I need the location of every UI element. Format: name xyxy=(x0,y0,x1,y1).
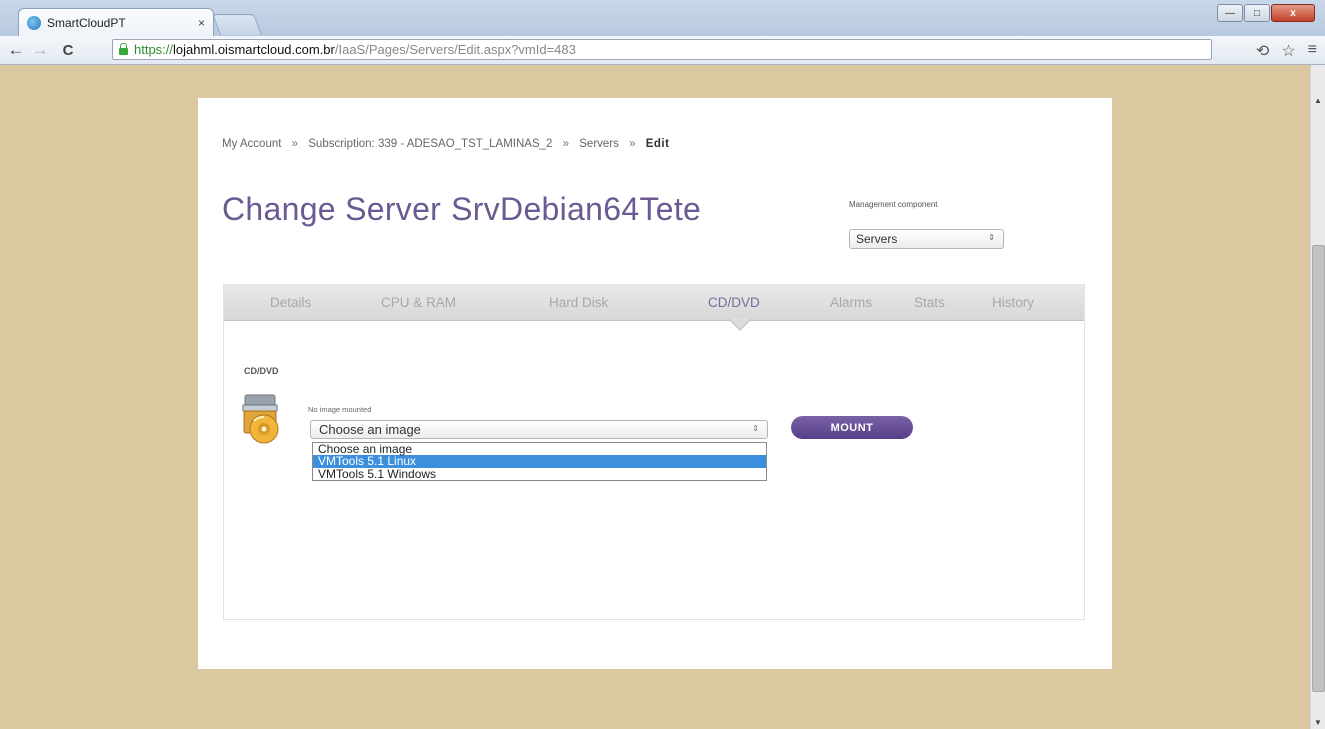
address-bar[interactable]: https://lojahml.oismartcloud.com.br/IaaS… xyxy=(112,39,1212,60)
tab-details[interactable]: Details xyxy=(270,295,311,310)
tab-history[interactable]: History xyxy=(992,295,1034,310)
tab-bar: Details CPU & RAM Hard Disk CD/DVD Alarm… xyxy=(224,285,1084,321)
breadcrumb-separator: » xyxy=(629,138,636,150)
dvd-drive-icon xyxy=(242,394,279,444)
new-tab-button[interactable] xyxy=(212,14,262,35)
reload-button[interactable]: C xyxy=(58,40,78,60)
url-path: /IaaS/Pages/Servers/Edit.aspx?vmId=483 xyxy=(334,42,576,57)
forward-button[interactable]: → xyxy=(30,40,50,60)
cd-dvd-section-title: CD/DVD xyxy=(244,366,279,376)
breadcrumb-current: Edit xyxy=(645,138,670,150)
scroll-down-arrow-icon[interactable]: ▼ xyxy=(1311,715,1325,729)
tab-stats[interactable]: Stats xyxy=(914,295,945,310)
cloud-favicon-icon xyxy=(27,15,41,30)
url-scheme: https:// xyxy=(134,42,174,57)
tab-cpu-ram[interactable]: CPU & RAM xyxy=(381,295,456,310)
url-host: lojahml.oismartcloud.com.br xyxy=(173,42,335,57)
breadcrumb-separator: » xyxy=(291,138,299,150)
star-icon[interactable]: ☆ xyxy=(1281,41,1295,61)
tab-cd-dvd[interactable]: CD/DVD xyxy=(708,295,760,310)
tab-alarms[interactable]: Alarms xyxy=(830,295,872,310)
back-button[interactable]: ← xyxy=(6,40,26,60)
breadcrumb-servers[interactable]: Servers xyxy=(579,138,619,150)
scroll-thumb[interactable] xyxy=(1312,245,1325,692)
close-window-button[interactable]: x xyxy=(1271,4,1315,22)
management-component-label: Management component xyxy=(849,200,938,209)
minimize-button[interactable]: — xyxy=(1217,4,1243,22)
management-component-select[interactable]: Servers ⇕ xyxy=(849,229,1004,249)
select-arrows-icon: ⇕ xyxy=(752,424,759,433)
server-name: SrvDebian64Tete xyxy=(451,191,702,227)
image-option-vmtools-windows[interactable]: VMTools 5.1 Windows xyxy=(313,467,766,480)
mount-button[interactable]: MOUNT xyxy=(791,416,913,439)
image-select[interactable]: Choose an image ⇕ xyxy=(310,420,768,439)
breadcrumb-subscription[interactable]: Subscription: 339 - ADESAO_TST_LAMINAS_2 xyxy=(308,138,552,150)
image-option-vmtools-linux[interactable]: VMTools 5.1 Linux xyxy=(313,455,766,468)
translate-icon[interactable]: ⟲ xyxy=(1256,41,1269,61)
content-card: My Account » Subscription: 339 - ADESAO_… xyxy=(198,98,1112,669)
mount-status-text: No image mounted xyxy=(308,405,372,414)
tab-title: SmartCloudPT xyxy=(47,15,126,30)
breadcrumb-my-account[interactable]: My Account xyxy=(222,138,281,150)
image-select-value: Choose an image xyxy=(319,422,421,437)
browser-tab[interactable]: SmartCloudPT × xyxy=(18,8,214,36)
close-tab-icon[interactable]: × xyxy=(198,16,205,30)
page-scrollbar[interactable]: ▲ ▼ xyxy=(1310,65,1325,729)
select-arrows-icon: ⇕ xyxy=(988,233,995,242)
window-controls: — □ x xyxy=(1217,4,1315,22)
maximize-button[interactable]: □ xyxy=(1244,4,1270,22)
breadcrumb: My Account » Subscription: 339 - ADESAO_… xyxy=(222,138,669,150)
page-viewport: My Account » Subscription: 339 - ADESAO_… xyxy=(0,65,1310,729)
page-title: Change Server SrvDebian64Tete xyxy=(222,191,701,228)
management-component-value: Servers xyxy=(856,232,898,246)
server-tabs-panel: Details CPU & RAM Hard Disk CD/DVD Alarm… xyxy=(223,284,1085,620)
scroll-up-arrow-icon[interactable]: ▲ xyxy=(1311,93,1325,107)
browser-toolbar: ← → C https://lojahml.oismartcloud.com.b… xyxy=(0,36,1325,65)
active-tab-pointer xyxy=(728,318,752,331)
page-title-prefix: Change Server xyxy=(222,191,442,227)
lock-icon xyxy=(119,43,128,55)
menu-icon[interactable]: ≡ xyxy=(1308,41,1317,61)
breadcrumb-separator: » xyxy=(562,138,570,150)
image-dropdown-list: Choose an image VMTools 5.1 Linux VMTool… xyxy=(312,442,767,481)
toolbar-actions: ⟲ ☆ ≡ xyxy=(1256,41,1317,61)
tab-hard-disk[interactable]: Hard Disk xyxy=(549,295,608,310)
browser-titlebar: SmartCloudPT × — □ x xyxy=(0,0,1325,36)
